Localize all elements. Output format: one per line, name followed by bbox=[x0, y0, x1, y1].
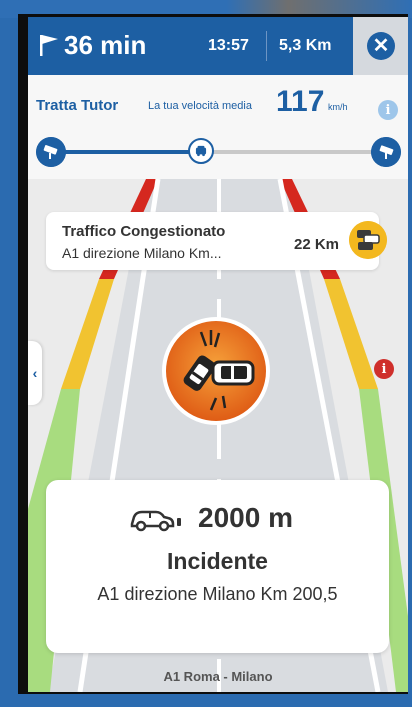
close-icon: ✕ bbox=[367, 32, 395, 60]
info-icon[interactable]: i bbox=[378, 100, 398, 120]
side-panel-toggle[interactable]: ‹ bbox=[28, 341, 42, 405]
traffic-road: A1 direzione Milano Km... bbox=[62, 245, 222, 261]
car-position-icon bbox=[188, 138, 215, 164]
header-divider bbox=[266, 31, 267, 61]
progress-fill bbox=[50, 150, 202, 154]
eta-text: 36 min bbox=[64, 30, 147, 60]
arrival-time: 13:57 bbox=[208, 37, 249, 54]
alert-icon[interactable]: i bbox=[374, 359, 394, 379]
flag-icon bbox=[40, 35, 58, 56]
road-view: Traffico Congestionato A1 direzione Mila… bbox=[28, 179, 408, 692]
traffic-alert-card[interactable]: Traffico Congestionato A1 direzione Mila… bbox=[46, 212, 387, 270]
navigation-app: 36 min 13:57 5,3 Km ✕ Tratta Tutor La tu… bbox=[28, 17, 408, 692]
incident-type: Incidente bbox=[167, 548, 268, 574]
traffic-distance: 22 Km bbox=[294, 236, 340, 253]
speed-camera-start-icon bbox=[36, 137, 66, 167]
average-speed-label: La tua velocità media bbox=[148, 100, 252, 112]
incident-location: A1 direzione Milano Km 200,5 bbox=[97, 584, 338, 604]
remaining-distance: 5,3 Km bbox=[279, 37, 332, 54]
road-name: A1 Roma - Milano bbox=[163, 669, 273, 684]
tutor-panel: Tratta Tutor La tua velocità media 117 k… bbox=[28, 75, 408, 180]
average-speed-value: 117 bbox=[276, 85, 325, 118]
tutor-title: Tratta Tutor bbox=[36, 97, 119, 114]
speed-unit: km/h bbox=[328, 102, 348, 112]
tutor-progress-bar bbox=[36, 137, 401, 167]
traffic-title: Traffico Congestionato bbox=[62, 223, 226, 240]
speed-camera-end-icon bbox=[371, 137, 401, 167]
car-crash-icon[interactable] bbox=[161, 316, 271, 426]
device-screen: 36 min 13:57 5,3 Km ✕ Tratta Tutor La tu… bbox=[18, 14, 408, 694]
incident-card[interactable]: 2000 m Incidente A1 direzione Milano Km … bbox=[46, 480, 389, 653]
car-icon bbox=[130, 510, 181, 532]
traffic-jam-icon bbox=[349, 221, 387, 259]
close-button[interactable]: ✕ bbox=[353, 17, 408, 75]
incident-distance: 2000 m bbox=[198, 502, 293, 533]
route-header: 36 min 13:57 5,3 Km ✕ bbox=[28, 17, 408, 75]
